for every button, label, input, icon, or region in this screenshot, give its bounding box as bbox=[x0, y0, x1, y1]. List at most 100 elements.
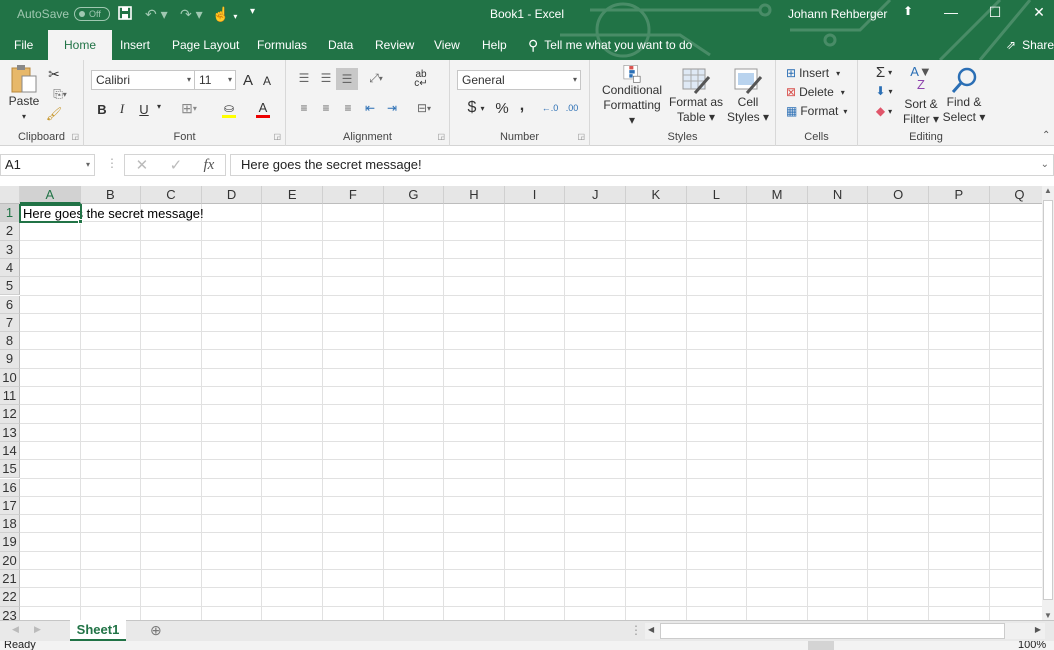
scroll-right-icon[interactable]: ▶ bbox=[1035, 625, 1041, 634]
redo-icon[interactable]: ↷ ▾ bbox=[180, 6, 203, 23]
column-header-A[interactable]: A bbox=[20, 186, 81, 204]
row-header-2[interactable]: 2 bbox=[0, 222, 20, 241]
row-header-17[interactable]: 17 bbox=[0, 496, 20, 516]
sheet-tab-sheet1[interactable]: Sheet1 bbox=[70, 620, 126, 641]
column-header-B[interactable]: B bbox=[80, 186, 142, 204]
new-sheet-icon[interactable]: ⊕ bbox=[150, 622, 162, 639]
save-icon[interactable] bbox=[118, 6, 132, 23]
delete-cells-button[interactable]: ⊠ Delete ▾ bbox=[786, 83, 845, 101]
tab-split-grip-icon[interactable]: ⋮ bbox=[630, 623, 642, 637]
fill-color-icon[interactable]: ⛀ bbox=[214, 98, 244, 120]
column-header-D[interactable]: D bbox=[201, 186, 263, 204]
currency-button[interactable]: $ ▾ bbox=[462, 98, 490, 118]
prev-sheet-icon[interactable]: ◀ bbox=[12, 624, 19, 635]
align-center-icon[interactable]: ≡ bbox=[318, 100, 334, 116]
underline-button[interactable]: U bbox=[136, 100, 152, 118]
touch-mode-icon[interactable]: ☝ ▾ bbox=[212, 6, 237, 23]
expand-formula-icon[interactable]: ⌄ bbox=[1041, 155, 1049, 175]
normal-view-icon[interactable] bbox=[808, 641, 834, 650]
font-color-icon[interactable]: A bbox=[248, 98, 278, 120]
spreadsheet-grid[interactable]: A B C D E F G H I J K L M N O P Q 1 2 3 4 5 6 7 8 9 10 11 12 13 14 15 16… bbox=[0, 186, 1042, 620]
row-header-21[interactable]: 21 bbox=[0, 570, 20, 589]
top-align-icon[interactable]: ☰ bbox=[296, 70, 312, 86]
scroll-up-icon[interactable]: ▲ bbox=[1044, 186, 1052, 195]
increase-decimal-icon[interactable]: ←.0 bbox=[540, 100, 560, 116]
row-header-11[interactable]: 11 bbox=[0, 387, 20, 406]
column-header-G[interactable]: G bbox=[383, 186, 445, 204]
conditional-formatting-button[interactable]: Conditional Formatting ▾ bbox=[600, 64, 664, 128]
column-header-J[interactable]: J bbox=[565, 186, 626, 204]
row-header-15[interactable]: 15 bbox=[0, 460, 20, 479]
clear-icon[interactable]: ◆ ▾ bbox=[870, 102, 898, 120]
tab-view[interactable]: View bbox=[432, 33, 462, 60]
tell-me-search[interactable]: ⚲ Tell me what you want to do bbox=[528, 33, 692, 58]
column-header-K[interactable]: K bbox=[626, 186, 687, 204]
maximize-icon[interactable]: ☐ bbox=[980, 4, 1010, 21]
wrap-text-icon[interactable]: ab c↵ bbox=[412, 68, 430, 90]
share-button[interactable]: ⇗ Share bbox=[1006, 33, 1054, 58]
tab-home[interactable]: Home bbox=[48, 30, 113, 60]
cancel-icon[interactable]: ✕ bbox=[136, 156, 149, 174]
format-cells-button[interactable]: ▦ Format ▾ bbox=[786, 102, 847, 120]
next-sheet-icon[interactable]: ▶ bbox=[34, 624, 41, 635]
increase-indent-icon[interactable]: ⇥ bbox=[384, 100, 400, 116]
vertical-scrollbar[interactable]: ▲ ▼ bbox=[1042, 186, 1054, 620]
row-header-16[interactable]: 16 bbox=[0, 478, 20, 497]
alignment-launcher-icon[interactable]: ◲ bbox=[437, 132, 445, 141]
ribbon-display-icon[interactable]: ⬆ bbox=[893, 4, 923, 18]
fill-handle[interactable] bbox=[78, 219, 83, 224]
borders-icon[interactable]: ⊞ ▾ bbox=[174, 98, 204, 118]
clipboard-launcher-icon[interactable]: ◲ bbox=[71, 132, 79, 141]
select-all-button[interactable] bbox=[0, 186, 20, 204]
row-header-8[interactable]: 8 bbox=[0, 332, 20, 351]
zoom-level[interactable]: 100% bbox=[1018, 641, 1046, 650]
font-launcher-icon[interactable]: ◲ bbox=[273, 132, 281, 141]
row-header-3[interactable]: 3 bbox=[0, 240, 20, 259]
column-header-H[interactable]: H bbox=[444, 186, 505, 204]
column-header-I[interactable]: I bbox=[504, 186, 566, 204]
number-launcher-icon[interactable]: ◲ bbox=[577, 132, 585, 141]
tab-insert[interactable]: Insert bbox=[118, 33, 152, 60]
row-header-20[interactable]: 20 bbox=[0, 551, 20, 570]
comma-button[interactable]: , bbox=[516, 96, 528, 116]
number-format-select[interactable]: General ▾ bbox=[457, 70, 581, 90]
name-box[interactable]: A1 ▾ bbox=[0, 154, 95, 176]
column-header-Q[interactable]: Q bbox=[989, 186, 1042, 204]
decrease-decimal-icon[interactable]: .00 bbox=[562, 100, 582, 116]
format-as-table-button[interactable]: Format as Table ▾ bbox=[666, 64, 726, 128]
user-name[interactable]: Johann Rehberger bbox=[788, 7, 887, 21]
row-header-9[interactable]: 9 bbox=[0, 350, 20, 369]
row-header-12[interactable]: 12 bbox=[0, 405, 20, 424]
formula-bar-grip-icon[interactable]: ⋮ bbox=[106, 156, 118, 170]
find-select-button[interactable]: Find & Select ▾ bbox=[942, 64, 986, 128]
vertical-scroll-thumb[interactable] bbox=[1043, 200, 1053, 600]
insert-function-icon[interactable]: fx bbox=[203, 157, 214, 174]
bold-button[interactable]: B bbox=[94, 100, 110, 118]
autosave-switch[interactable]: Off bbox=[74, 7, 111, 21]
customize-toolbar-icon[interactable]: ▾ bbox=[250, 6, 255, 17]
row-header-14[interactable]: 14 bbox=[0, 441, 20, 461]
underline-dropdown-icon[interactable]: ▾ bbox=[154, 102, 164, 111]
row-header-1[interactable]: 1 bbox=[0, 204, 20, 223]
tab-help[interactable]: Help bbox=[480, 33, 509, 60]
column-header-E[interactable]: E bbox=[262, 186, 323, 204]
row-header-5[interactable]: 5 bbox=[0, 277, 20, 296]
autosum-icon[interactable]: Σ ▾ bbox=[870, 63, 898, 81]
minimize-icon[interactable]: — bbox=[936, 4, 966, 20]
scroll-down-icon[interactable]: ▼ bbox=[1044, 611, 1052, 620]
percent-button[interactable]: % bbox=[494, 98, 510, 118]
collapse-ribbon-icon[interactable]: ⌃ bbox=[1042, 130, 1050, 141]
row-header-23[interactable]: 23 bbox=[0, 606, 20, 620]
bottom-align-icon[interactable]: ☰ bbox=[336, 68, 358, 90]
column-header-F[interactable]: F bbox=[323, 186, 384, 204]
column-header-C[interactable]: C bbox=[141, 186, 202, 204]
column-header-O[interactable]: O bbox=[868, 186, 929, 204]
merge-center-icon[interactable]: ⊟ ▾ bbox=[410, 98, 438, 118]
cut-icon[interactable]: ✂ bbox=[46, 66, 62, 82]
column-header-N[interactable]: N bbox=[807, 186, 869, 204]
shrink-font-icon[interactable]: A bbox=[260, 73, 274, 89]
orientation-icon[interactable]: ⤢ ▾ bbox=[364, 70, 388, 86]
row-header-4[interactable]: 4 bbox=[0, 258, 20, 278]
formula-input[interactable]: Here goes the secret message! ⌄ bbox=[230, 154, 1054, 176]
row-header-22[interactable]: 22 bbox=[0, 588, 20, 607]
